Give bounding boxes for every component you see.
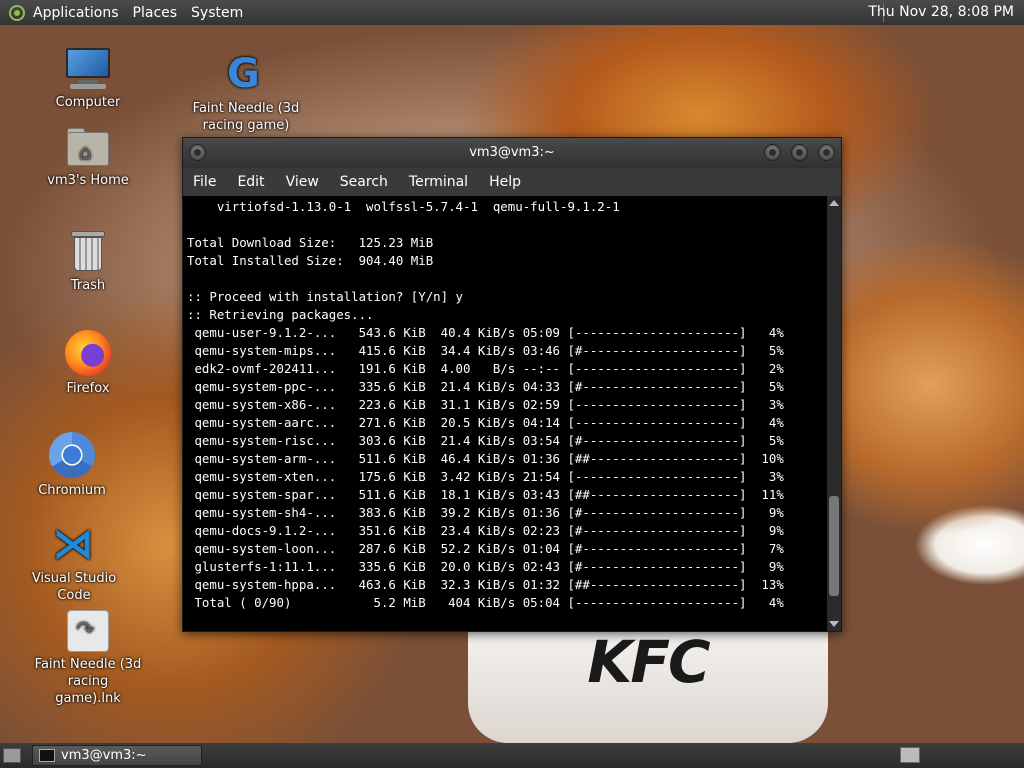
taskbar-button-terminal[interactable]: vm3@vm3:~ (32, 745, 202, 766)
firefox-icon (65, 330, 111, 376)
terminal-output[interactable]: virtiofsd-1.13.0-1 wolfssl-5.7.4-1 qemu-… (185, 198, 827, 630)
home-folder-icon: ⌂ (65, 128, 111, 168)
terminal-line: qemu-system-hppa... 463.6 KiB 32.3 KiB/s… (187, 577, 784, 592)
desktop-icon-trash[interactable]: Trash (33, 229, 143, 294)
menu-file[interactable]: File (193, 174, 216, 190)
desktop-icon-home[interactable]: ⌂ vm3's Home (33, 128, 143, 189)
menu-search[interactable]: Search (340, 174, 388, 190)
applications-menu[interactable]: Applications (33, 5, 127, 21)
menu-terminal[interactable]: Terminal (409, 174, 468, 190)
desktop-icon-faint-needle[interactable]: G Faint Needle (3d racing game) (191, 52, 301, 134)
desktop-icon-label: Trash (70, 278, 106, 293)
show-desktop-icon[interactable] (3, 748, 21, 763)
distro-logo-icon[interactable] (9, 4, 25, 21)
terminal-line: qemu-user-9.1.2-... 543.6 KiB 40.4 KiB/s… (187, 325, 784, 340)
desktop-icon-faint-needle-lnk[interactable]: ↷ Faint Needle (3d racing game).lnk (33, 610, 143, 707)
desktop-icon-vscode[interactable]: ⋊ Visual Studio Code (19, 522, 129, 604)
chromium-icon (49, 432, 95, 478)
menu-help[interactable]: Help (489, 174, 521, 190)
terminal-line: qemu-system-risc... 303.6 KiB 21.4 KiB/s… (187, 433, 784, 448)
close-button[interactable] (818, 144, 835, 161)
terminal-line: qemu-system-sh4-... 383.6 KiB 39.2 KiB/s… (187, 505, 784, 520)
terminal-line: :: Proceed with installation? [Y/n] y (187, 289, 464, 304)
terminal-line: qemu-system-spar... 511.6 KiB 18.1 KiB/s… (187, 487, 784, 502)
menu-edit[interactable]: Edit (237, 174, 264, 190)
desktop-icon-chromium[interactable]: Chromium (17, 432, 127, 499)
terminal-line: edk2-ovmf-202411... 191.6 KiB 4.00 B/s -… (187, 361, 784, 376)
desktop-icon-firefox[interactable]: Firefox (33, 330, 143, 397)
gdevelop-icon: G (227, 51, 260, 97)
scroll-down-arrow-icon[interactable] (829, 621, 839, 627)
places-menu[interactable]: Places (133, 5, 186, 21)
desktop-icon-computer[interactable]: Computer (33, 46, 143, 111)
menu-view[interactable]: View (286, 174, 319, 190)
terminal-scrollbar[interactable] (827, 196, 841, 631)
window-title: vm3@vm3:~ (469, 145, 555, 160)
maximize-button[interactable] (791, 144, 808, 161)
desktop-icon-label: Faint Needle (3d racing game).lnk (34, 657, 142, 706)
terminal-line: qemu-docs-9.1.2-... 351.6 KiB 23.4 KiB/s… (187, 523, 784, 538)
terminal-icon (39, 749, 55, 762)
bottom-panel: vm3@vm3:~ (0, 743, 1024, 768)
window-menubar: File Edit View Search Terminal Help (183, 168, 841, 196)
terminal-line: qemu-system-loon... 287.6 KiB 52.2 KiB/s… (187, 541, 784, 556)
desktop-icon-label: Faint Needle (3d racing game) (192, 101, 300, 133)
terminal-line: :: Retrieving packages... (187, 307, 374, 322)
trash-icon (69, 229, 107, 273)
scrollbar-thumb[interactable] (829, 496, 839, 596)
terminal-line: glusterfs-1:11.1... 335.6 KiB 20.0 KiB/s… (187, 559, 784, 574)
system-menu[interactable]: System (191, 5, 251, 21)
terminal-line: Total Installed Size: 904.40 MiB (187, 253, 434, 268)
wallpaper-logo: KFC (587, 628, 710, 696)
terminal-line: qemu-system-aarc... 271.6 KiB 20.5 KiB/s… (187, 415, 784, 430)
vscode-icon: ⋊ (52, 519, 94, 568)
terminal-line: qemu-system-arm-... 511.6 KiB 46.4 KiB/s… (187, 451, 784, 466)
terminal-line: Total Download Size: 125.23 MiB (187, 235, 434, 250)
desktop-icon-label: Chromium (38, 483, 106, 498)
terminal-window: vm3@vm3:~ File Edit View Search Terminal… (182, 137, 842, 632)
terminal-line: qemu-system-xten... 175.6 KiB 3.42 KiB/s… (187, 469, 784, 484)
top-panel: Applications Places System Thu Nov 28, 8… (0, 0, 1024, 25)
terminal-line: Total ( 0/90) 5.2 MiB 404 KiB/s 05:04 [-… (187, 595, 784, 610)
computer-icon (64, 46, 112, 90)
clock[interactable]: Thu Nov 28, 8:08 PM (868, 4, 1014, 20)
terminal-line: virtiofsd-1.13.0-1 wolfssl-5.7.4-1 qemu-… (187, 199, 620, 214)
minimize-button[interactable] (764, 144, 781, 161)
window-titlebar[interactable]: vm3@vm3:~ (183, 138, 841, 168)
desktop-icon-label: Computer (55, 95, 121, 110)
desktop-icon-label: Firefox (66, 381, 110, 396)
taskbar-button-label: vm3@vm3:~ (61, 748, 147, 763)
terminal-line: qemu-system-x86-... 223.6 KiB 31.1 KiB/s… (187, 397, 784, 412)
window-menu-icon[interactable] (189, 144, 206, 161)
workspace-switcher[interactable] (900, 747, 920, 763)
desktop-icon-label: vm3's Home (47, 173, 129, 188)
terminal-line: qemu-system-ppc-... 335.6 KiB 21.4 KiB/s… (187, 379, 784, 394)
shortcut-icon: ↷ (67, 610, 109, 652)
terminal-line: qemu-system-mips... 415.6 KiB 34.4 KiB/s… (187, 343, 784, 358)
desktop-icon-label: Visual Studio Code (31, 571, 117, 603)
scroll-up-arrow-icon[interactable] (829, 200, 839, 206)
